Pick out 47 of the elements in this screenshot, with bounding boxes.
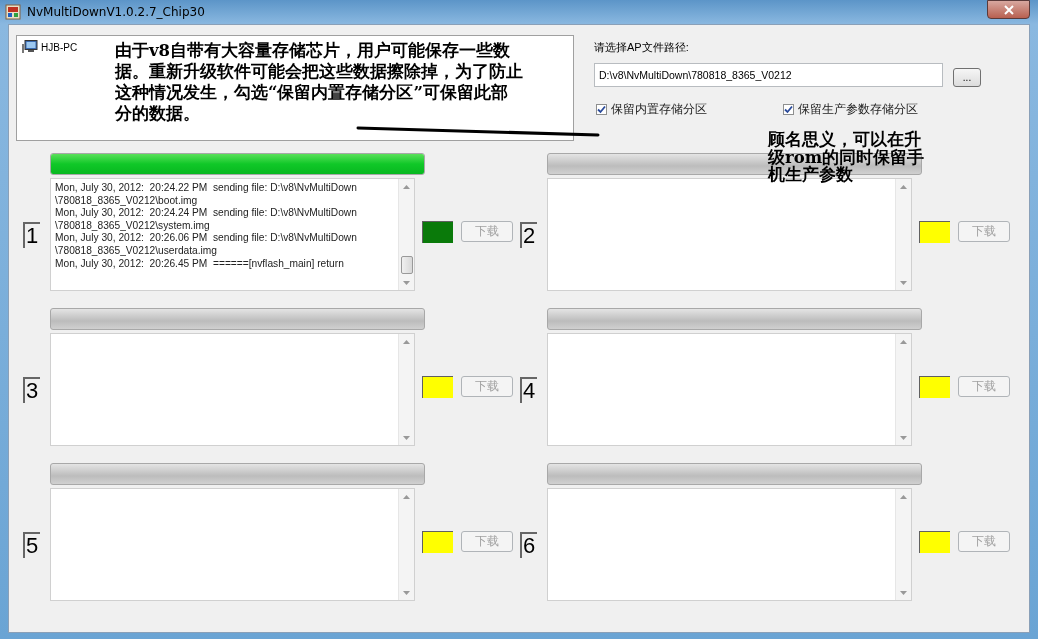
log-line: Mon, July 30, 2012: 20:26.45 PM ======[nvflash_main] return: [55, 257, 345, 271]
scrollbar[interactable]: [895, 334, 911, 445]
log-line: \780818_8365_V0212\userdata.img: [55, 244, 218, 258]
annotation-text: 顾名思义，可以在升级rom的同时保留手机生产参数: [768, 131, 926, 184]
scrollbar[interactable]: [398, 179, 414, 290]
annotation-text: 由于v8自带有大容量存储芯片，用户可能保存一些数据。重新升级软件可能会把这些数据擦除掉，为了防止这种情况发生，勾选“保留内置存储分区”可保留此部分的数据。: [115, 40, 524, 124]
scrollbar[interactable]: [895, 489, 911, 600]
log-line: \780818_8365_V0212\boot.img: [55, 194, 199, 208]
checkbox-label: 保留内置存储分区: [611, 101, 707, 118]
path-label: 请选择AP文件路径:: [594, 40, 690, 55]
scroll-up-icon[interactable]: [900, 185, 907, 189]
scrollbar[interactable]: [398, 334, 414, 445]
scroll-up-icon[interactable]: [403, 185, 410, 189]
scroll-up-icon[interactable]: [403, 340, 410, 344]
tree-item[interactable]: HJB-PC: [41, 41, 78, 53]
scroll-up-icon[interactable]: [900, 495, 907, 499]
scroll-down-icon[interactable]: [403, 281, 410, 285]
slot-number: 3: [23, 376, 40, 403]
scroll-up-icon[interactable]: [900, 340, 907, 344]
scroll-down-icon[interactable]: [403, 591, 410, 595]
scroll-thumb[interactable]: [401, 256, 413, 274]
window-title: NvMultiDownV1.0.2.7_Chip30: [27, 5, 205, 19]
close-icon: [1003, 4, 1014, 15]
log-line: \780818_8365_V0212\system.img: [55, 219, 211, 233]
close-button[interactable]: [987, 0, 1030, 19]
checkbox[interactable]: [596, 104, 607, 115]
scroll-down-icon[interactable]: [900, 591, 907, 595]
slot-number: 6: [520, 531, 537, 558]
computer-icon: [22, 40, 38, 54]
log-line: Mon, July 30, 2012: 20:26.06 PM sending file: D:\v8\NvMultiDown: [55, 232, 358, 245]
scroll-up-icon[interactable]: [403, 495, 410, 499]
scroll-down-icon[interactable]: [900, 436, 907, 440]
scroll-down-icon[interactable]: [900, 281, 907, 285]
checkbox-label: 保留生产参数存储分区: [798, 101, 918, 118]
slot-number: 2: [520, 221, 537, 248]
scroll-down-icon[interactable]: [403, 436, 410, 440]
browse-button[interactable]: ...: [953, 68, 981, 87]
scrollbar[interactable]: [398, 489, 414, 600]
app-icon: [5, 4, 21, 20]
checkbox[interactable]: [783, 104, 794, 115]
slot-number: 5: [23, 531, 40, 558]
slot-number: 1: [23, 221, 40, 248]
path-field[interactable]: D:\v8\NvMultiDown\780818_8365_V0212: [594, 63, 943, 87]
log-line: Mon, July 30, 2012: 20:24.24 PM sending file: D:\v8\NvMultiDown: [55, 207, 358, 220]
slot-number: 4: [520, 376, 537, 403]
scrollbar[interactable]: [895, 179, 911, 290]
log-line: Mon, July 30, 2012: 20:24.22 PM sending file: D:\v8\NvMultiDown: [55, 182, 358, 195]
